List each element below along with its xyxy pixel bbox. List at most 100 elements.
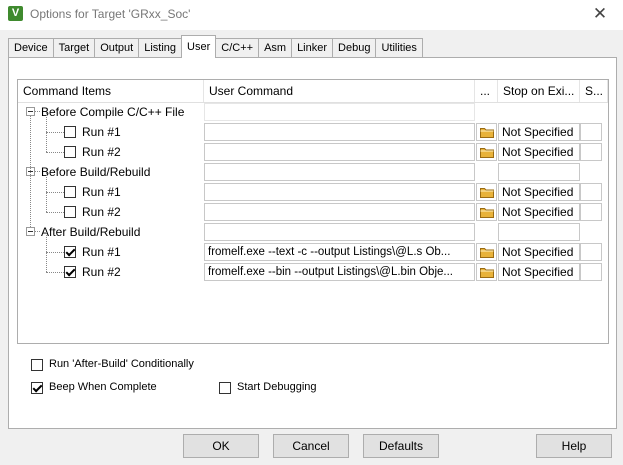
stop-on-exit-field[interactable]: Not Specified (498, 243, 580, 261)
run-enable-checkbox[interactable] (64, 126, 76, 138)
folder-icon (480, 208, 494, 218)
stop-on-exit-field[interactable]: Not Specified (498, 143, 580, 161)
tree-group-row[interactable]: After Build/Rebuild (18, 222, 608, 242)
run-enable-checkbox[interactable] (64, 246, 76, 258)
stop-on-exit-field[interactable]: Not Specified (498, 263, 580, 281)
header-command-items[interactable]: Command Items (18, 80, 204, 102)
run-label: Run #1 (82, 245, 121, 259)
s-column-checkbox[interactable] (580, 243, 602, 261)
run-after-build-checkbox[interactable] (31, 359, 43, 371)
cancel-button[interactable]: Cancel (273, 434, 349, 458)
s-column-checkbox[interactable] (580, 263, 602, 281)
collapse-icon[interactable] (26, 107, 35, 116)
browse-folder-button[interactable] (476, 123, 497, 141)
user-command-field[interactable] (204, 123, 475, 141)
tab-user[interactable]: User (181, 35, 217, 58)
collapse-icon[interactable] (26, 227, 35, 236)
run-row[interactable]: Run #2 Not Specified (18, 192, 608, 222)
tree-connector (46, 132, 64, 133)
run-row[interactable]: Run #2 fromelf.exe --bin --output Listing… (18, 252, 608, 282)
tree-connector (46, 212, 64, 213)
stop-on-exit-field[interactable]: Not Specified (498, 203, 580, 221)
group-stop-field[interactable] (498, 163, 580, 181)
group-command-field[interactable] (204, 223, 475, 241)
header-user-command[interactable]: User Command (204, 80, 475, 102)
group-label: Before Compile C/C++ File (41, 105, 185, 119)
browse-folder-button[interactable] (476, 263, 497, 281)
browse-folder-button[interactable] (476, 203, 497, 221)
tab-utilities[interactable]: Utilities (375, 38, 423, 58)
app-logo-icon: V (8, 6, 23, 21)
group-browse-cell (476, 163, 497, 181)
run-enable-checkbox[interactable] (64, 266, 76, 278)
tab-output[interactable]: Output (94, 38, 140, 58)
user-tab-page: Command Items User Command ... Stop on E… (8, 57, 617, 429)
tab-listing[interactable]: Listing (138, 38, 183, 58)
run-label-area: Run #2 (18, 192, 204, 222)
group-label: Before Build/Rebuild (41, 165, 151, 179)
group-stop-field[interactable] (498, 223, 580, 241)
s-column-checkbox[interactable] (580, 123, 602, 141)
run-label-area: Run #2 (18, 132, 204, 162)
folder-icon (480, 128, 494, 138)
defaults-button[interactable]: Defaults (363, 434, 439, 458)
group-command-field (204, 103, 475, 121)
window-title: Options for Target 'GRxx_Soc' (30, 7, 191, 21)
user-command-field[interactable]: fromelf.exe --bin --output Listings\@L.b… (204, 263, 475, 281)
run-enable-checkbox[interactable] (64, 146, 76, 158)
folder-icon (480, 148, 494, 158)
tree-connector (46, 252, 47, 272)
run-after-build-label: Run 'After-Build' Conditionally (49, 358, 194, 370)
group-label: After Build/Rebuild (41, 225, 141, 239)
tree-connector (46, 152, 64, 153)
tree-connector (46, 252, 64, 253)
run-label: Run #2 (82, 265, 121, 279)
tab-c-c-[interactable]: C/C++ (215, 38, 260, 58)
header-s[interactable]: S... (580, 80, 608, 102)
run-enable-checkbox[interactable] (64, 186, 76, 198)
ok-button[interactable]: OK (183, 434, 259, 458)
grid-header: Command Items User Command ... Stop on E… (18, 80, 608, 103)
start-debugging-checkbox[interactable] (219, 382, 231, 394)
tree-connector (46, 272, 64, 273)
folder-icon (480, 248, 494, 258)
stop-on-exit-field[interactable]: Not Specified (498, 123, 580, 141)
tree-group-row[interactable]: Before Build/Rebuild (18, 162, 608, 182)
tree-connector (46, 132, 47, 152)
header-browse[interactable]: ... (475, 80, 498, 102)
tab-linker[interactable]: Linker (291, 38, 334, 58)
tab-device[interactable]: Device (8, 38, 54, 58)
tab-debug[interactable]: Debug (332, 38, 377, 58)
run-row[interactable]: Run #1 fromelf.exe --text -c --output Lis… (18, 232, 608, 262)
user-command-field[interactable] (204, 203, 475, 221)
browse-folder-button[interactable] (476, 183, 497, 201)
group-command-field[interactable] (204, 163, 475, 181)
run-row[interactable]: Run #1 Not Specified (18, 112, 608, 142)
tree-group-row[interactable]: Before Compile C/C++ File (18, 102, 608, 122)
group-browse-cell (476, 223, 497, 241)
browse-folder-button[interactable] (476, 243, 497, 261)
user-command-field[interactable] (204, 183, 475, 201)
run-enable-checkbox[interactable] (64, 206, 76, 218)
browse-folder-button[interactable] (476, 143, 497, 161)
tab-strip: Device Target Output Listing User C/C++ Asm Lin… (8, 35, 618, 58)
tab-asm[interactable]: Asm (258, 38, 293, 58)
s-column-checkbox[interactable] (580, 203, 602, 221)
s-column-checkbox[interactable] (580, 183, 602, 201)
run-row[interactable]: Run #1 Not Specified (18, 172, 608, 202)
group-s-cell (580, 163, 602, 181)
s-column-checkbox[interactable] (580, 143, 602, 161)
tree-connector (35, 111, 40, 112)
close-button[interactable]: ✕ (587, 2, 613, 26)
run-row[interactable]: Run #2 Not Specified (18, 132, 608, 162)
header-stop-on-exit[interactable]: Stop on Exi... (498, 80, 580, 102)
help-button[interactable]: Help (536, 434, 612, 458)
beep-label: Beep When Complete (49, 381, 157, 393)
stop-on-exit-field[interactable]: Not Specified (498, 183, 580, 201)
beep-checkbox[interactable] (31, 382, 43, 394)
tab-target[interactable]: Target (52, 38, 96, 58)
title-bar: V Options for Target 'GRxx_Soc' ✕ (0, 0, 623, 30)
user-command-field[interactable]: fromelf.exe --text -c --output Listings\… (204, 243, 475, 261)
tree-connector (46, 192, 64, 193)
user-command-field[interactable] (204, 143, 475, 161)
